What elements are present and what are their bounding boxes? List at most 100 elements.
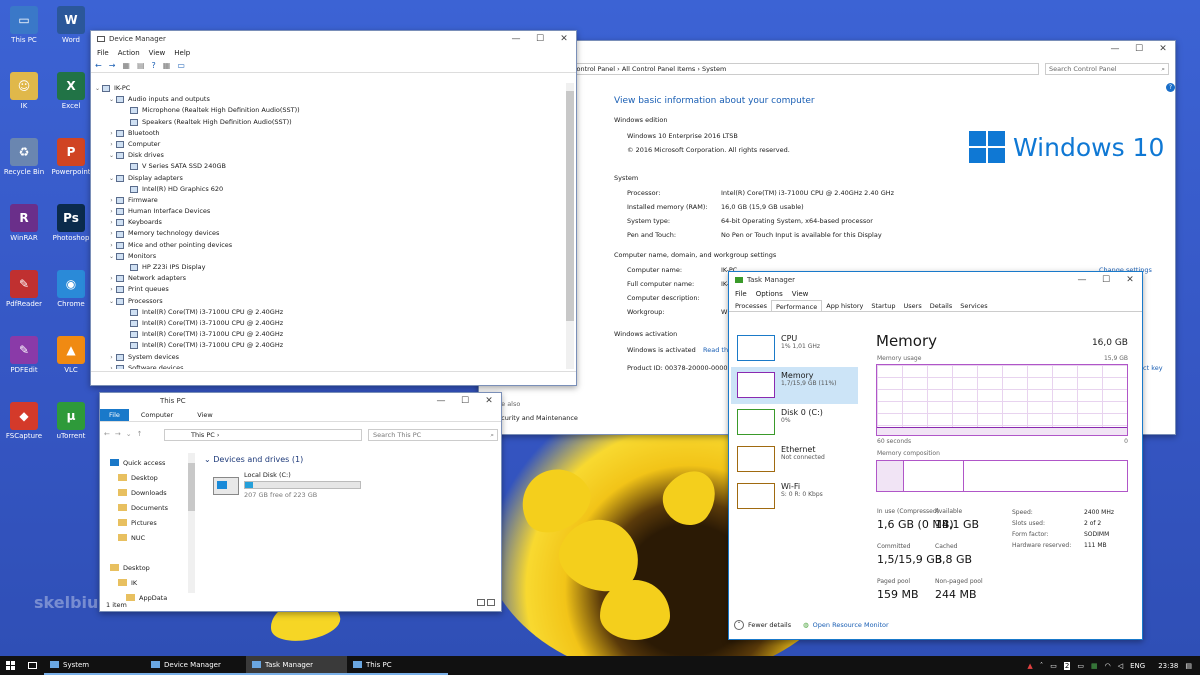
nav-item[interactable]: Downloads bbox=[110, 485, 190, 500]
tree-node[interactable]: Intel(R) HD Graphics 620 bbox=[93, 184, 563, 195]
security-link[interactable]: Security and Maintenance bbox=[493, 414, 578, 422]
taskbar-item-device-manager[interactable]: Device Manager bbox=[145, 656, 246, 675]
perf-item-wi-fi[interactable]: Wi-Fi S: 0 R: 0 Kbps bbox=[731, 478, 858, 515]
expand-chevron-icon[interactable]: › bbox=[107, 139, 116, 150]
explorer-window[interactable]: This PC — ☐ ✕ File Computer View ← → ⌄ ↑ This … bbox=[99, 392, 502, 612]
start-button[interactable] bbox=[0, 656, 22, 675]
expand-chevron-icon[interactable]: › bbox=[107, 195, 116, 206]
menu-help[interactable]: Help bbox=[174, 49, 190, 57]
nav-item[interactable]: IK bbox=[110, 575, 190, 590]
display-icon[interactable]: ▭ bbox=[1077, 662, 1084, 670]
taskmgr-titlebar[interactable]: Task Manager — ☐ ✕ bbox=[729, 272, 1142, 288]
nav-item[interactable]: Pictures bbox=[110, 515, 190, 530]
maximize-icon[interactable]: ☐ bbox=[528, 31, 552, 47]
minimize-icon[interactable]: — bbox=[1070, 272, 1094, 288]
expand-chevron-icon[interactable]: › bbox=[107, 206, 116, 217]
expand-chevron-icon[interactable]: ⌄ bbox=[107, 173, 116, 184]
devmgr-titlebar[interactable]: Device Manager — ☐ ✕ bbox=[91, 31, 576, 47]
recent-icon[interactable]: ⌄ bbox=[126, 430, 132, 438]
expand-chevron-icon[interactable]: ⌄ bbox=[107, 296, 116, 307]
tree-node[interactable]: Intel(R) Core(TM) i3-7100U CPU @ 2.40GHz bbox=[93, 318, 563, 329]
desktop-icon-utorrent[interactable]: µ uTorrent bbox=[43, 402, 99, 441]
task-manager-window[interactable]: Task Manager — ☐ ✕ File Options View Processe… bbox=[728, 271, 1143, 640]
properties-icon[interactable]: ▦ bbox=[122, 61, 130, 70]
expand-chevron-icon[interactable]: ⌄ bbox=[107, 94, 116, 105]
close-icon[interactable]: ✕ bbox=[552, 31, 576, 47]
tree-node[interactable]: › Firmware bbox=[93, 195, 563, 206]
tab-users[interactable]: Users bbox=[900, 300, 926, 311]
perf-item-cpu[interactable]: CPU 1% 1,01 GHz bbox=[731, 330, 858, 367]
expand-chevron-icon[interactable]: ⌄ bbox=[107, 251, 116, 262]
tree-node[interactable]: ⌄ Processors bbox=[93, 296, 563, 307]
tree-node[interactable]: › Software devices bbox=[93, 363, 563, 369]
tab-processes[interactable]: Processes bbox=[731, 300, 771, 311]
minimize-icon[interactable]: — bbox=[1103, 41, 1127, 57]
close-icon[interactable]: ✕ bbox=[477, 393, 501, 409]
nav-item[interactable]: NUC bbox=[110, 530, 190, 545]
tree-node[interactable]: ⌄ IK-PC bbox=[93, 83, 563, 94]
tab-file[interactable]: File bbox=[100, 409, 129, 421]
expand-chevron-icon[interactable]: › bbox=[107, 240, 116, 251]
nav-item[interactable] bbox=[110, 545, 190, 560]
taskbar-item-system[interactable]: System bbox=[44, 656, 145, 675]
nav-item[interactable]: Quick access bbox=[110, 455, 190, 470]
nav-item[interactable]: Desktop bbox=[110, 470, 190, 485]
explorer-titlebar[interactable]: This PC — ☐ ✕ bbox=[100, 393, 501, 409]
language-indicator[interactable]: ENG bbox=[1130, 662, 1145, 670]
tray-chevron-icon[interactable]: ˆ bbox=[1040, 662, 1044, 670]
maximize-icon[interactable]: ☐ bbox=[1094, 272, 1118, 288]
task-view-button[interactable] bbox=[22, 656, 44, 675]
volume-icon[interactable]: ◁ bbox=[1118, 662, 1123, 670]
view-icon[interactable]: ▦ bbox=[163, 61, 171, 70]
view-toggle-icons[interactable] bbox=[477, 599, 495, 606]
tree-node[interactable]: Intel(R) Core(TM) i3-7100U CPU @ 2.40GHz bbox=[93, 329, 563, 340]
maximize-icon[interactable]: ☐ bbox=[453, 393, 477, 409]
nav-scrollbar[interactable] bbox=[188, 453, 195, 593]
expand-chevron-icon[interactable]: › bbox=[107, 363, 116, 369]
devmgr-scrollbar[interactable] bbox=[566, 83, 574, 369]
tree-node[interactable]: › Computer bbox=[93, 139, 563, 150]
menu-action[interactable]: Action bbox=[118, 49, 140, 57]
taskbar-item-this-pc[interactable]: This PC bbox=[347, 656, 448, 675]
forward-icon[interactable]: → bbox=[115, 430, 121, 438]
explorer-address[interactable]: This PC › bbox=[164, 429, 362, 441]
tree-node[interactable]: › Keyboards bbox=[93, 217, 563, 228]
expand-chevron-icon[interactable]: › bbox=[107, 128, 116, 139]
back-icon[interactable]: ← bbox=[104, 430, 110, 438]
tab-app-history[interactable]: App history bbox=[822, 300, 867, 311]
disk-name[interactable]: Local Disk (C:) bbox=[244, 471, 291, 479]
tab-startup[interactable]: Startup bbox=[867, 300, 899, 311]
tree-node[interactable]: › Mice and other pointing devices bbox=[93, 240, 563, 251]
fewer-details-button[interactable]: ˆ Fewer details bbox=[734, 620, 791, 630]
minimize-icon[interactable]: — bbox=[504, 31, 528, 47]
expand-chevron-icon[interactable]: ⌄ bbox=[93, 83, 102, 94]
tree-node[interactable]: Speakers (Realtek High Definition Audio(… bbox=[93, 117, 563, 128]
clock[interactable]: 23:38 bbox=[1158, 662, 1178, 670]
close-icon[interactable]: ✕ bbox=[1118, 272, 1142, 288]
tree-node[interactable]: › Human Interface Devices bbox=[93, 206, 563, 217]
menu-file[interactable]: File bbox=[735, 290, 747, 298]
menu-options[interactable]: Options bbox=[756, 290, 783, 298]
search-input[interactable]: Search Control Panel ⌕ bbox=[1045, 63, 1169, 75]
expand-chevron-icon[interactable]: › bbox=[107, 228, 116, 239]
perf-item-memory[interactable]: Memory 1,7/15,9 GB (11%) bbox=[731, 367, 858, 404]
tree-node[interactable]: V Series SATA SSD 240GB bbox=[93, 161, 563, 172]
drive-icon[interactable] bbox=[213, 477, 239, 495]
perf-item-ethernet[interactable]: Ethernet Not connected bbox=[731, 441, 858, 478]
help-icon[interactable]: ? bbox=[1166, 83, 1175, 92]
expand-chevron-icon[interactable]: › bbox=[107, 217, 116, 228]
tab-performance[interactable]: Performance bbox=[771, 300, 823, 311]
back-icon[interactable]: ← bbox=[95, 61, 102, 70]
tab-details[interactable]: Details bbox=[926, 300, 957, 311]
tree-node[interactable]: Intel(R) Core(TM) i3-7100U CPU @ 2.40GHz bbox=[93, 307, 563, 318]
close-icon[interactable]: ✕ bbox=[1151, 41, 1175, 57]
change-key-link[interactable]: ct key bbox=[1143, 364, 1163, 372]
update-icon[interactable]: ▤ bbox=[137, 61, 145, 70]
tree-node[interactable]: HP Z23i IPS Display bbox=[93, 262, 563, 273]
tab-services[interactable]: Services bbox=[956, 300, 991, 311]
expand-chevron-icon[interactable]: › bbox=[107, 284, 116, 295]
up-icon[interactable]: ↑ bbox=[137, 430, 143, 438]
tree-node[interactable]: › Bluetooth bbox=[93, 128, 563, 139]
tab-computer[interactable]: Computer bbox=[129, 409, 185, 421]
monitor-icon[interactable]: ▭ bbox=[177, 61, 185, 70]
